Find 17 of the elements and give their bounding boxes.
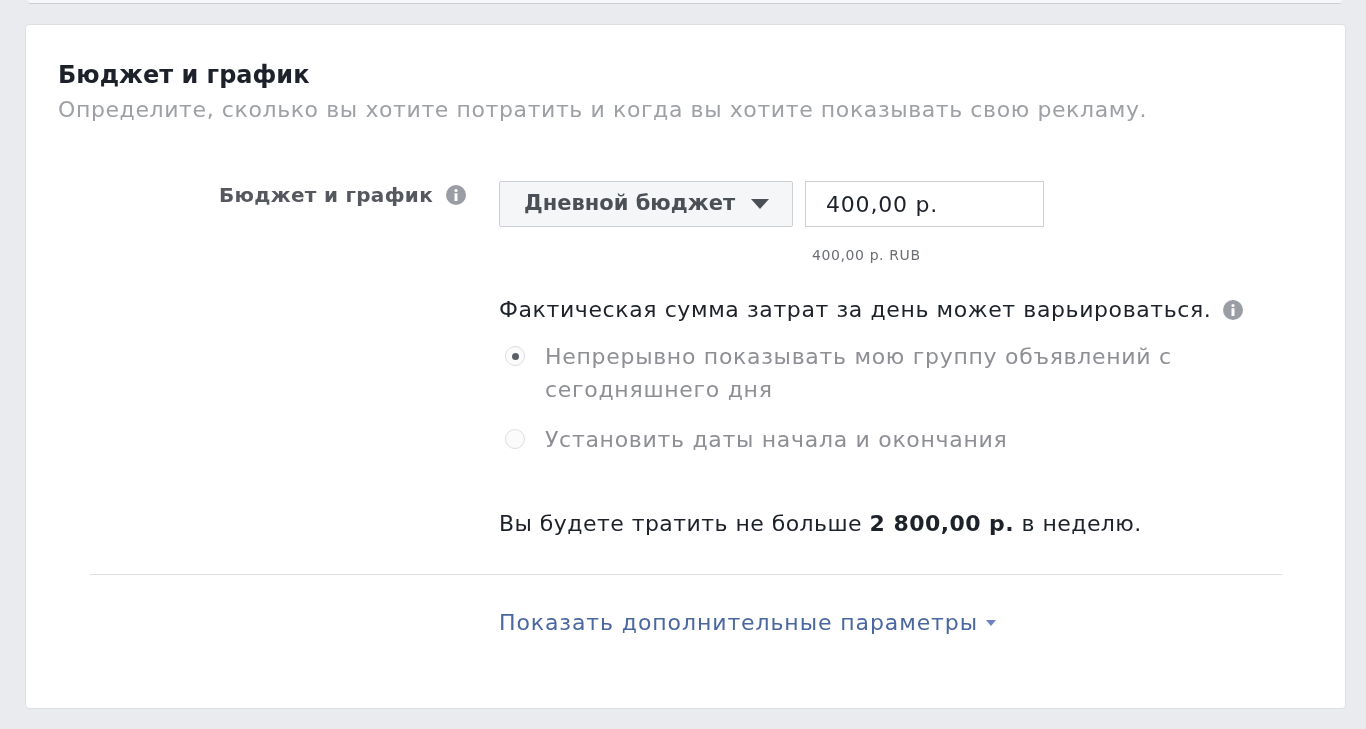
radio-label[interactable]: Непрерывно показывать мою группу объявлений с сегодняшнего дня	[545, 340, 1205, 406]
radio-label[interactable]: Установить даты начала и окончания	[545, 423, 1205, 456]
caret-icon	[751, 199, 770, 209]
radio-button[interactable]	[505, 429, 525, 449]
radio-button[interactable]	[505, 346, 525, 366]
section-description: Определите, сколько вы хотите потратить и когда вы хотите показывать свою рекламу.	[58, 97, 1149, 123]
amount-hint: 400,00 р. RUB	[812, 246, 922, 264]
budget-type-dropdown[interactable]: Дневной бюджет	[499, 181, 793, 227]
section-title: Бюджет и график	[58, 61, 311, 89]
info-icon[interactable]	[446, 185, 466, 205]
budget-amount-input[interactable]: 400,00 р.	[805, 181, 1044, 227]
field-label: Бюджет и график	[218, 183, 433, 207]
caret-icon	[985, 620, 996, 626]
more-options-link[interactable]: Показать дополнительные параметры	[499, 610, 996, 636]
weekly-spend-summary: Вы будете тратить не больше 2 800,00 р. в неделю.	[499, 511, 1143, 537]
note-text: Фактическая сумма затрат за день может варьироваться.	[499, 297, 1212, 323]
info-icon[interactable]	[1223, 300, 1244, 320]
